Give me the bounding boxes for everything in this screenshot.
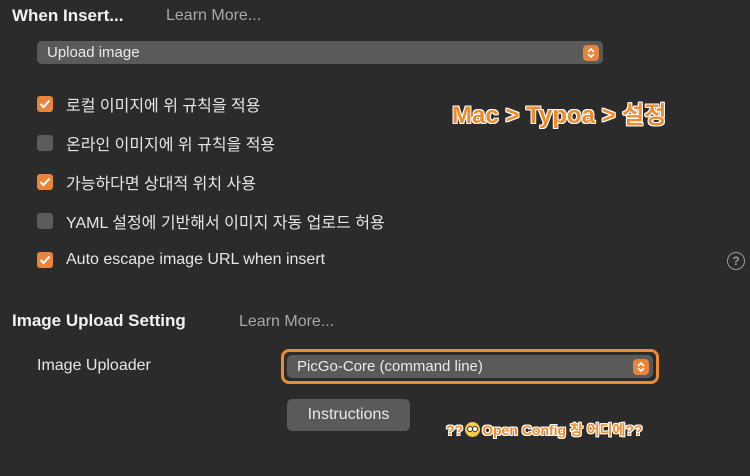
question-text: Open Config 창 어디에?? bbox=[482, 422, 643, 438]
image-uploader-select-value: PicGo-Core (command line) bbox=[297, 358, 483, 375]
option-relative-path[interactable]: 가능하다면 상대적 위치 사용 bbox=[37, 170, 385, 194]
option-label: YAML 설정에 기반해서 이미지 자동 업로드 허용 bbox=[66, 215, 385, 232]
help-icon[interactable]: ? bbox=[727, 252, 745, 270]
option-yaml-auto-upload[interactable]: YAML 설정에 기반해서 이미지 자동 업로드 허용 bbox=[37, 209, 385, 233]
instructions-button[interactable]: Instructions bbox=[287, 399, 410, 431]
checkbox-checked-icon[interactable] bbox=[37, 174, 53, 190]
flushed-face-emoji-icon bbox=[465, 422, 481, 437]
insert-action-select[interactable]: Upload image bbox=[37, 41, 603, 64]
when-insert-title: When Insert... bbox=[12, 6, 124, 25]
option-label: 온라인 이미지에 위 규칙을 적용 bbox=[66, 137, 276, 154]
when-insert-learn-more-link[interactable]: Learn More... bbox=[166, 7, 261, 25]
checkbox-unchecked-icon[interactable] bbox=[37, 213, 53, 229]
checkbox-checked-icon[interactable] bbox=[37, 252, 53, 268]
question-annotation: ?? Open Config 창 어디에?? bbox=[446, 420, 643, 440]
option-online-images[interactable]: 온라인 이미지에 위 규칙을 적용 bbox=[37, 131, 385, 155]
select-arrows-icon bbox=[583, 44, 599, 61]
upload-setting-title: Image Upload Setting bbox=[12, 311, 186, 330]
checkbox-unchecked-icon[interactable] bbox=[37, 135, 53, 151]
select-arrows-icon bbox=[633, 358, 649, 375]
option-label: 가능하다면 상대적 위치 사용 bbox=[66, 176, 256, 193]
insert-options-list: 로컬 이미지에 위 규칙을 적용 온라인 이미지에 위 규칙을 적용 가능하다면… bbox=[37, 92, 385, 272]
option-label: Auto escape image URL when insert bbox=[66, 251, 326, 268]
upload-setting-learn-more-link[interactable]: Learn More... bbox=[239, 313, 334, 331]
option-auto-escape-url[interactable]: Auto escape image URL when insert bbox=[37, 248, 385, 272]
question-prefix: ?? bbox=[446, 422, 464, 438]
checkbox-checked-icon[interactable] bbox=[37, 96, 53, 112]
path-annotation: Mac > Typoa > 설정 bbox=[452, 102, 667, 129]
image-uploader-label: Image Uploader bbox=[37, 357, 151, 374]
option-local-images[interactable]: 로컬 이미지에 위 규칙을 적용 bbox=[37, 92, 385, 116]
insert-action-select-value: Upload image bbox=[47, 44, 140, 61]
image-uploader-select[interactable]: PicGo-Core (command line) bbox=[287, 355, 653, 378]
option-label: 로컬 이미지에 위 규칙을 적용 bbox=[66, 98, 261, 115]
